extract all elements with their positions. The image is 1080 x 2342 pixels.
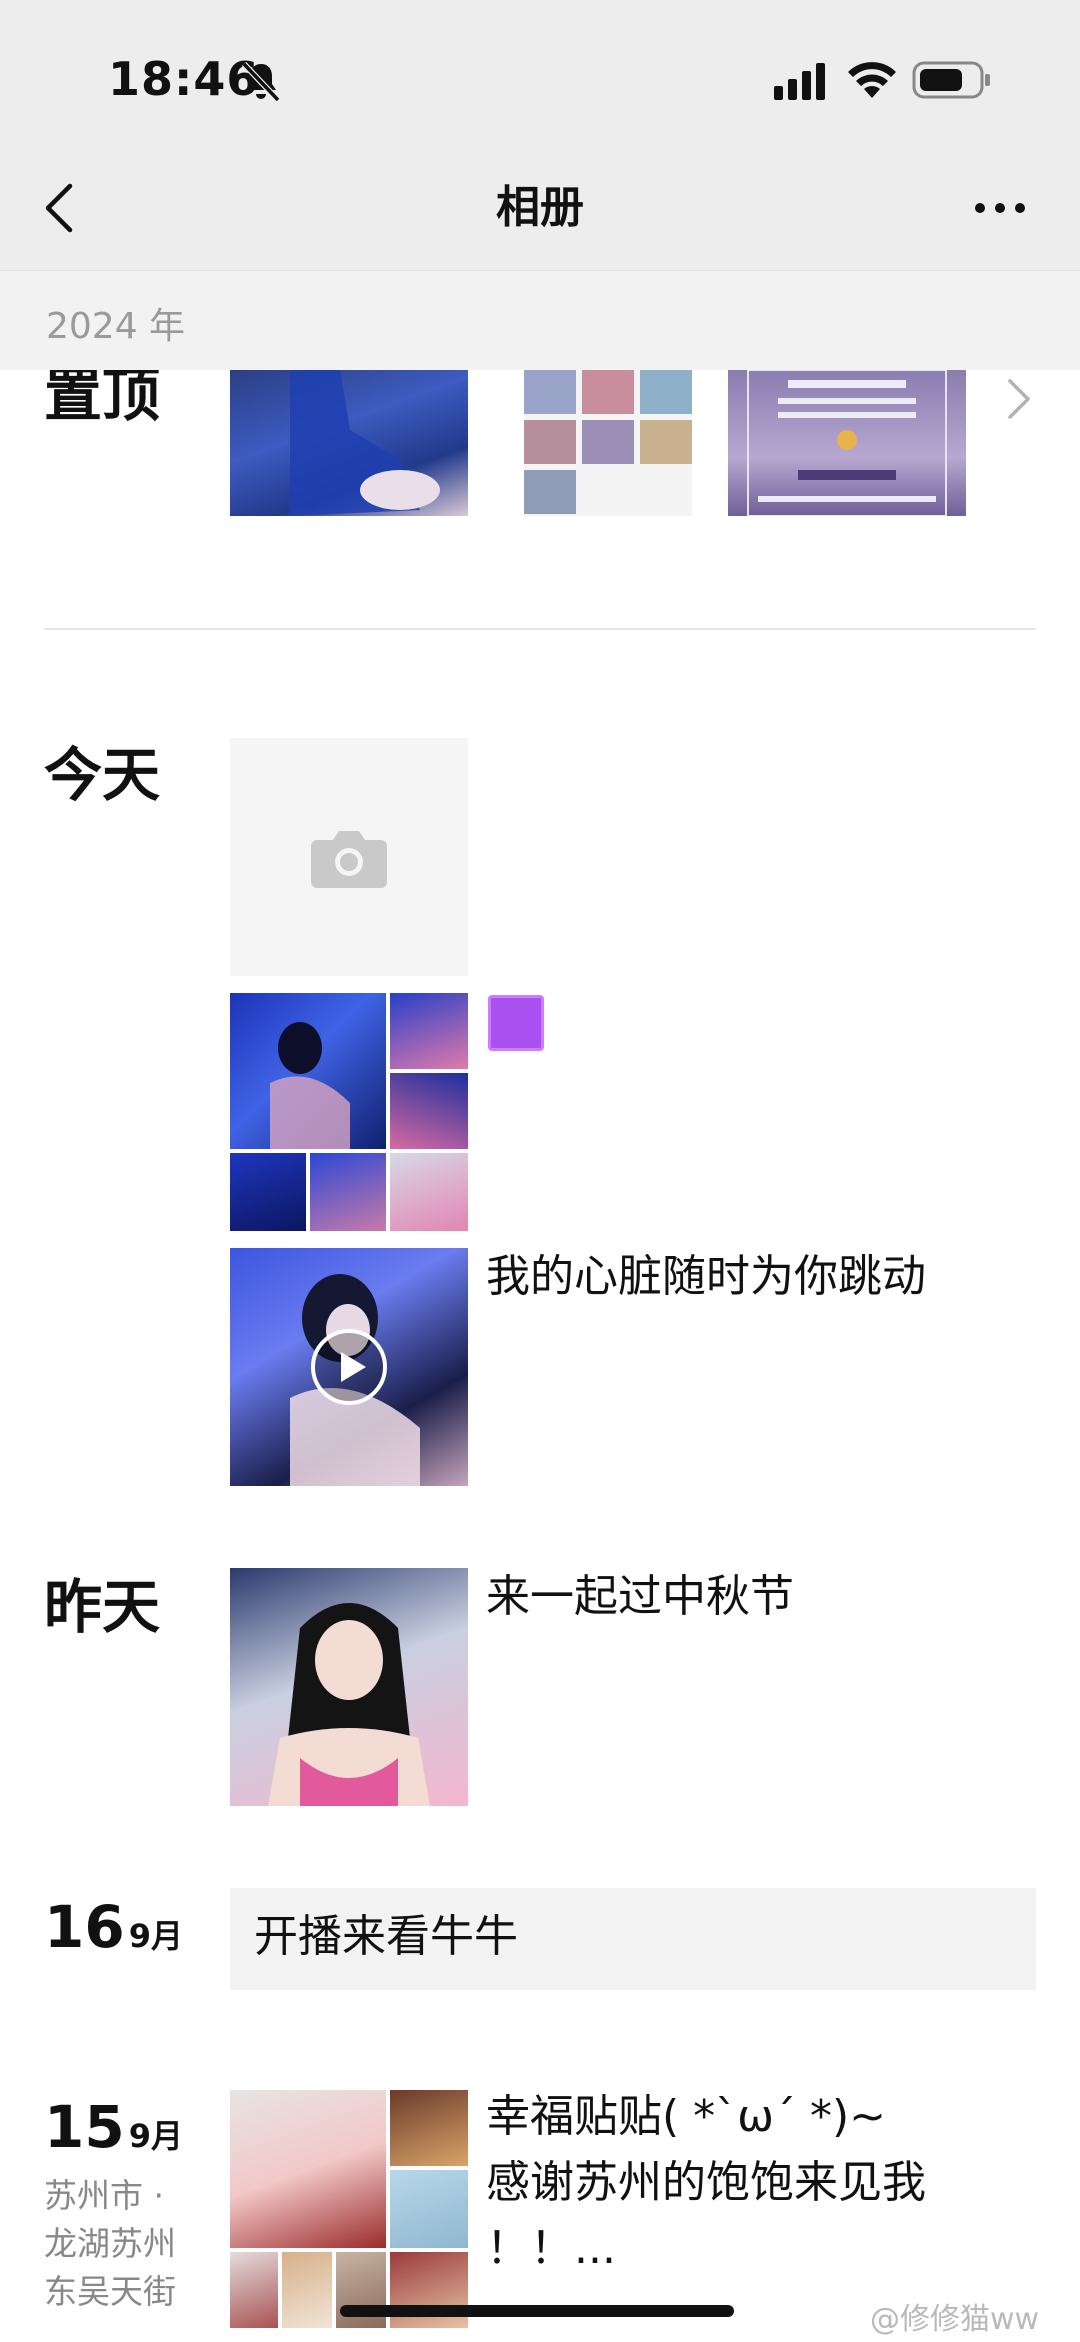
month-label: 9月 (128, 1917, 183, 1955)
collage-photo-4 (230, 2252, 278, 2328)
pinned-photo-2[interactable] (524, 370, 692, 516)
post-photo-grid[interactable] (230, 993, 468, 1231)
post-text-midautumn: 来一起过中秋节 (486, 1571, 794, 1622)
year-header: 2024 年 (0, 270, 1080, 370)
signal-icon (774, 63, 825, 100)
post-text-happy-2: 感谢苏州的饱饱来见我 (486, 2157, 926, 2208)
home-indicator[interactable] (340, 2305, 734, 2317)
grid-photo-1 (230, 993, 386, 1149)
bell-muted-icon (241, 61, 281, 103)
more-options-icon[interactable] (972, 198, 1028, 218)
post-video[interactable] (230, 1248, 468, 1486)
watermark: @修修猫ww (870, 2302, 1040, 2337)
camera-icon (311, 831, 387, 888)
figure-silhouette-icon (290, 370, 440, 516)
portrait-figure-icon (268, 1603, 430, 1806)
collage-photo-2 (390, 2090, 468, 2166)
day-number: 16 (44, 1893, 125, 1961)
post-photo-midautumn[interactable] (230, 1568, 468, 1806)
battery-icon (912, 61, 990, 99)
pinned-label: 置顶 (44, 361, 161, 429)
date-yesterday: 昨天 (44, 1573, 161, 1641)
pinned-photo-3[interactable] (728, 370, 966, 516)
collage-photo-1 (230, 2090, 386, 2248)
post-photo-collage[interactable] (230, 2090, 468, 2328)
top-bar: 18:46 相册 (0, 0, 1080, 270)
grid-photo-6 (390, 1153, 468, 1231)
grid-photo-4 (230, 1153, 306, 1231)
play-icon[interactable] (310, 1328, 388, 1406)
collage-grid-icon (524, 370, 692, 516)
collage-photo-3 (390, 2170, 468, 2248)
chevron-right-icon[interactable] (1004, 375, 1034, 423)
date-16: 16 9月 (44, 1892, 183, 1977)
add-post-button[interactable] (230, 738, 468, 976)
post-text-stream: 开播来看牛牛 (254, 1911, 518, 1962)
divider (44, 628, 1036, 630)
post-text-happy-1: 幸福贴贴( *`ω´ *)~ (486, 2091, 887, 2142)
month-label: 9月 (128, 2117, 183, 2155)
status-time: 18:46 (108, 52, 260, 106)
post-text-card[interactable]: 开播来看牛牛 (230, 1888, 1036, 1990)
post-location: 苏州市 · 龙湖苏州东吴天街 (44, 2176, 176, 2311)
day-number: 15 (44, 2093, 125, 2161)
pinned-photo-1[interactable] (230, 370, 468, 516)
purple-emoji-icon (488, 995, 544, 1051)
date-15: 15 9月 (44, 2092, 183, 2177)
date-today: 今天 (44, 741, 161, 809)
year-label: 2024 年 (46, 306, 186, 347)
page-title: 相册 (496, 182, 584, 233)
collage-photo-5 (282, 2252, 332, 2328)
grid-photo-5 (310, 1153, 386, 1231)
wifi-icon (848, 62, 896, 98)
post-text-heart: 我的心脏随时为你跳动 (486, 1251, 926, 1302)
post-text-happy-3: ！！... (486, 2223, 616, 2274)
grid-photo-2 (390, 993, 468, 1069)
grid-photo-3 (390, 1073, 468, 1149)
poster-icon (747, 370, 947, 516)
